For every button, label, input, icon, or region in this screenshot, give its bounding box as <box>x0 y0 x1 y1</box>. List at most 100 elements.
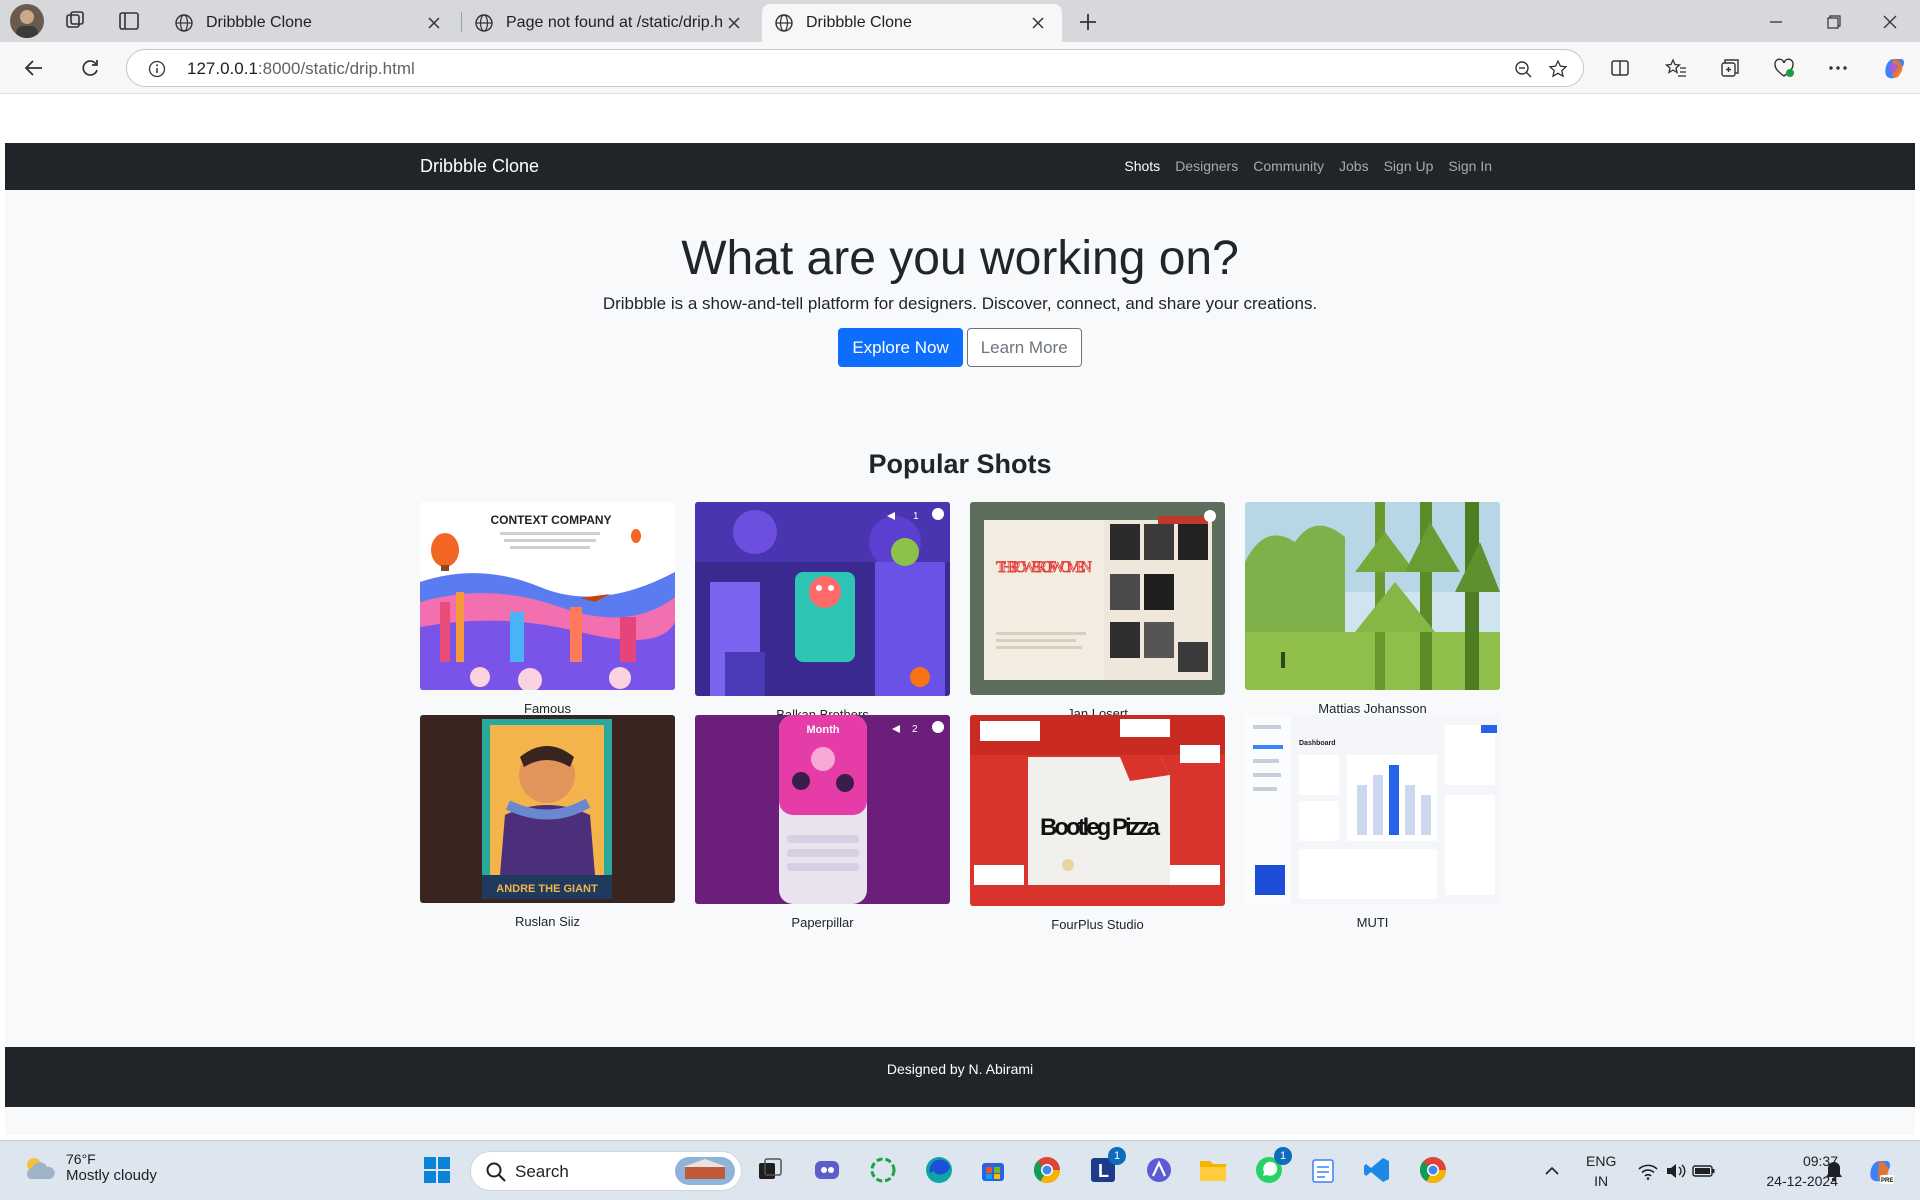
shot-image[interactable]: Month 2 <box>695 715 950 904</box>
app-ring-icon[interactable] <box>866 1153 900 1187</box>
zoom-out-icon[interactable] <box>1513 59 1533 79</box>
nav-shots[interactable]: Shots <box>1124 158 1160 174</box>
shot-image[interactable]: ANDRE THE GIANT <box>420 715 675 903</box>
shot-designer[interactable]: Mattias Johansson <box>1245 701 1500 716</box>
shot-card[interactable]: CONTEXT COMPANY Famous <box>420 502 675 716</box>
copilot-icon[interactable] <box>1878 52 1910 84</box>
shot-card[interactable]: THE POWER OF WOMEN Jan Losert <box>970 502 1225 721</box>
edge-icon[interactable] <box>922 1153 956 1187</box>
shot-card[interactable]: Month 2 Paperpillar <box>695 715 950 930</box>
search-icon <box>486 1162 506 1182</box>
close-icon[interactable] <box>1026 11 1050 35</box>
footer-text: Designed by N. Abirami <box>886 1061 1034 1077</box>
weather-description: Mostly cloudy <box>66 1167 157 1184</box>
copilot-taskbar-icon[interactable]: PRE <box>1864 1155 1896 1187</box>
start-button[interactable] <box>420 1153 454 1187</box>
shot-image[interactable]: Dashboard <box>1245 715 1500 904</box>
browser-tab-strip: Dribbble Clone Page not found at /static… <box>0 0 1920 42</box>
profile-avatar[interactable] <box>10 4 44 38</box>
reload-button[interactable] <box>76 54 104 82</box>
shot-image-text: Dashboard <box>1299 740 1336 747</box>
letter-l-app-icon[interactable]: L 1 <box>1086 1147 1126 1187</box>
chrome-icon[interactable] <box>1030 1153 1064 1187</box>
nav-sign-up[interactable]: Sign Up <box>1384 158 1434 174</box>
page-viewport: Dribbble Clone Shots Designers Community… <box>5 95 1915 1135</box>
address-bar[interactable]: 127.0.0.1:8000/static/drip.html <box>126 49 1584 87</box>
navbar-brand[interactable]: Dribbble Clone <box>420 156 539 177</box>
site-navbar: Dribbble Clone Shots Designers Community… <box>5 143 1915 190</box>
globe-icon <box>175 14 193 32</box>
tab-page-not-found[interactable]: Page not found at /static/drip.html <box>462 4 758 42</box>
close-icon[interactable] <box>422 11 446 35</box>
arrow-left-icon <box>24 60 42 76</box>
new-tab-button[interactable] <box>1074 8 1102 36</box>
wifi-icon[interactable] <box>1636 1159 1660 1183</box>
url-path: :8000/static/drip.html <box>257 59 415 78</box>
nav-designers[interactable]: Designers <box>1175 158 1238 174</box>
taskbar-search[interactable]: Search <box>470 1151 742 1191</box>
shot-designer[interactable]: Paperpillar <box>695 915 950 930</box>
info-icon[interactable] <box>147 59 167 79</box>
url-host: 127.0.0.1 <box>187 59 258 78</box>
shot-image[interactable]: CONTEXT COMPANY <box>420 502 675 690</box>
battery-icon[interactable] <box>1692 1159 1716 1183</box>
collections-icon[interactable] <box>1716 54 1744 82</box>
search-highlight-icon <box>675 1157 735 1185</box>
notepad-icon[interactable] <box>1306 1153 1340 1187</box>
notification-bell-icon[interactable] <box>1822 1159 1846 1183</box>
hero-subtitle: Dribbble is a show-and-tell platform for… <box>602 294 1318 313</box>
whatsapp-icon[interactable]: 1 <box>1252 1147 1292 1187</box>
shot-designer[interactable]: FourPlus Studio <box>970 917 1225 932</box>
shot-designer[interactable]: MUTI <box>1245 915 1500 930</box>
nav-community[interactable]: Community <box>1253 158 1324 174</box>
shot-image[interactable]: Bootleg Pizza <box>970 715 1225 906</box>
shot-designer[interactable]: Famous <box>420 701 675 716</box>
learn-more-button[interactable]: Learn More <box>966 328 1082 367</box>
shot-image[interactable]: THE POWER OF WOMEN <box>970 502 1225 695</box>
hero-title: What are you working on? <box>681 232 1239 285</box>
split-screen-icon[interactable] <box>1606 54 1634 82</box>
close-window-button[interactable] <box>1876 8 1904 36</box>
language-code: ENG <box>1586 1153 1617 1169</box>
shot-card[interactable]: Bootleg Pizza FourPlus Studio <box>970 715 1225 932</box>
more-menu-icon[interactable] <box>1824 54 1852 82</box>
tab-actions-icon[interactable] <box>116 8 142 34</box>
minimize-button[interactable] <box>1762 8 1790 36</box>
file-explorer-icon[interactable] <box>1196 1153 1230 1187</box>
shot-card[interactable]: Mattias Johansson <box>1245 502 1500 716</box>
chrome-icon[interactable] <box>1416 1153 1450 1187</box>
page-top-spacer <box>5 95 1915 143</box>
hero-section: What are you working on? Dribbble is a s… <box>5 190 1915 367</box>
browser-essentials-icon[interactable] <box>1770 54 1798 82</box>
chevron-up-icon[interactable] <box>1540 1159 1564 1183</box>
favorites-icon[interactable] <box>1662 54 1690 82</box>
svg-text:2: 2 <box>912 724 918 735</box>
favorite-star-icon[interactable] <box>1547 58 1569 80</box>
shot-image[interactable]: 1 <box>695 502 950 696</box>
shot-designer[interactable]: Ruslan Siiz <box>420 914 675 929</box>
notification-badge: 1 <box>1108 1147 1126 1165</box>
workspaces-icon[interactable] <box>62 8 88 34</box>
volume-icon[interactable] <box>1664 1159 1688 1183</box>
restore-button[interactable] <box>1820 8 1848 36</box>
back-button[interactable] <box>20 54 48 82</box>
tab-dribbble-clone-1[interactable]: Dribbble Clone <box>162 4 458 42</box>
nav-sign-in[interactable]: Sign In <box>1448 158 1492 174</box>
vector-app-icon[interactable] <box>1142 1153 1176 1187</box>
store-icon[interactable] <box>976 1153 1010 1187</box>
shot-card[interactable]: ANDRE THE GIANT Ruslan Siiz <box>420 715 675 929</box>
explore-now-button[interactable]: Explore Now <box>838 328 963 367</box>
vscode-icon[interactable] <box>1360 1153 1394 1187</box>
notification-badge: 1 <box>1274 1147 1292 1165</box>
meet-icon[interactable] <box>810 1153 844 1187</box>
shot-image[interactable] <box>1245 502 1500 690</box>
nav-jobs[interactable]: Jobs <box>1339 158 1369 174</box>
task-view-icon[interactable] <box>753 1153 787 1187</box>
navbar-links: Shots Designers Community Jobs Sign Up S… <box>1124 158 1492 174</box>
shot-card[interactable]: 1 Balkan Brothers <box>695 502 950 722</box>
weather-widget[interactable]: 76°F Mostly cloudy <box>22 1151 157 1184</box>
language-indicator[interactable]: ENG IN <box>1586 1151 1616 1191</box>
tab-dribbble-clone-active[interactable]: Dribbble Clone <box>762 4 1062 42</box>
close-icon[interactable] <box>722 11 746 35</box>
shot-card[interactable]: Dashboard MUTI <box>1245 715 1500 930</box>
